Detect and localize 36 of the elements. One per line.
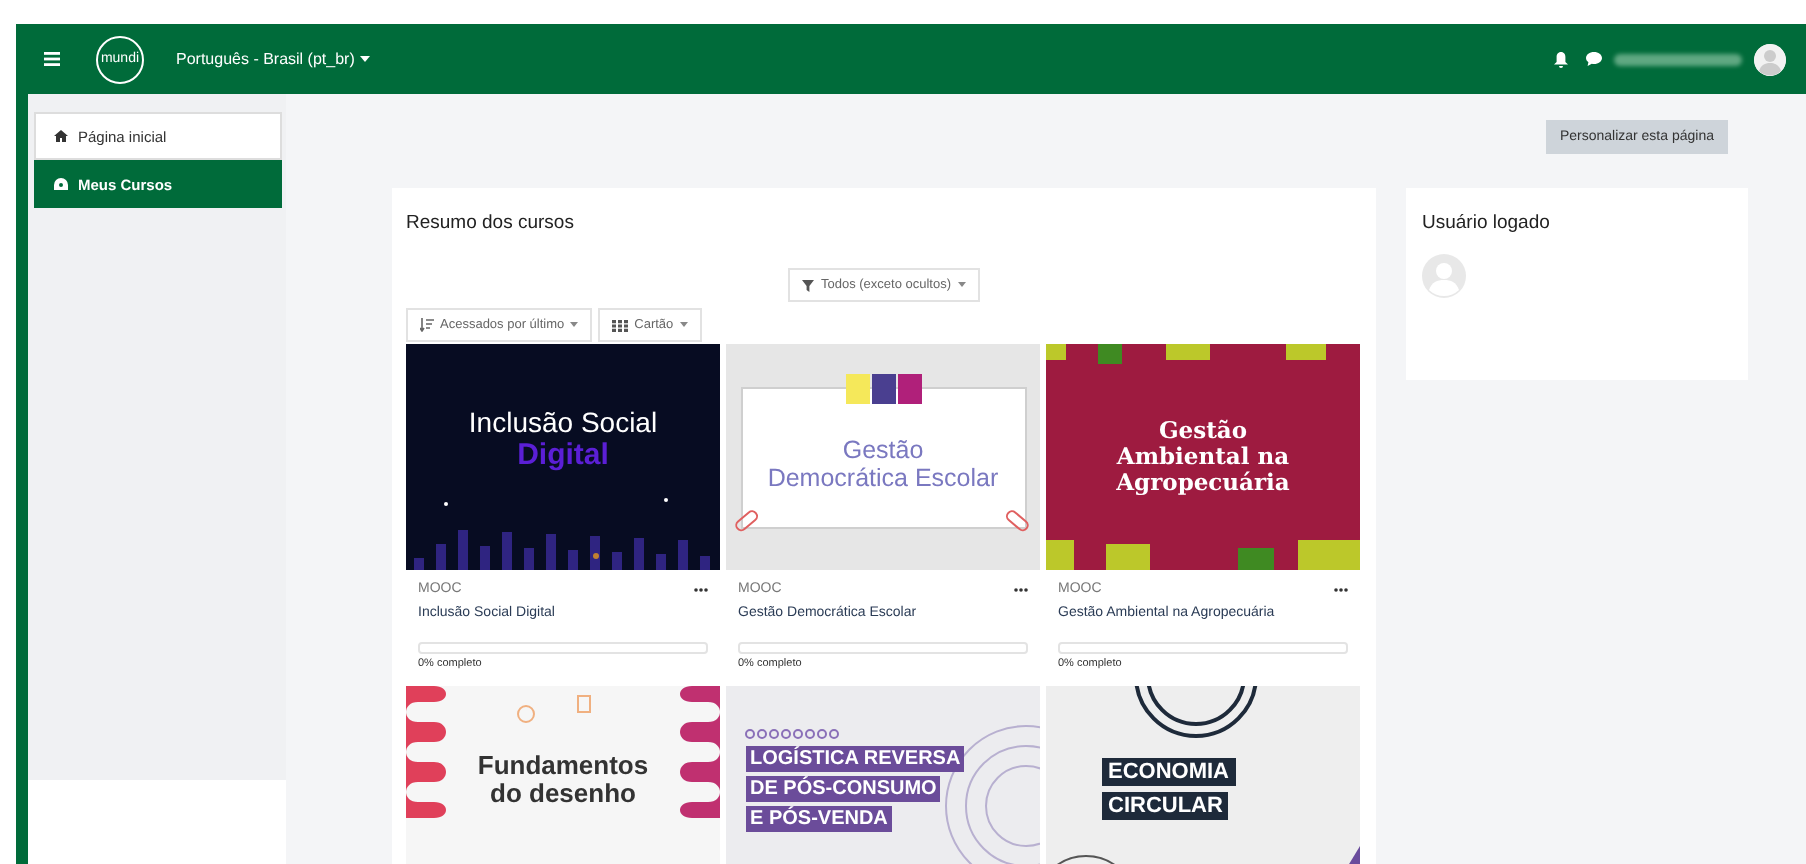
dashboard-icon <box>54 178 68 190</box>
course-cover[interactable]: ECONOMIA CIRCULAR <box>1046 686 1360 864</box>
cover-title: Inclusão Social <box>468 406 658 438</box>
bell-icon[interactable] <box>1554 51 1568 67</box>
course-cover[interactable]: Gestão Democrática Escolar <box>726 344 1040 570</box>
caret-icon <box>570 322 579 328</box>
home-icon <box>54 130 68 142</box>
caret-icon <box>679 322 688 328</box>
avatar-icon[interactable] <box>1754 43 1786 75</box>
cover-title: Democrática Escolar <box>767 465 999 492</box>
course-cover[interactable]: Gestão Ambiental na Agropecuária <box>1046 344 1360 570</box>
cover-title: DE PÓS-CONSUMO <box>746 776 941 802</box>
caret-icon <box>360 56 371 62</box>
cover-title: Agropecuária <box>1116 470 1290 497</box>
cover-title: Gestão <box>1158 417 1248 444</box>
course-cover[interactable]: LOGÍSTICA REVERSA DE PÓS-CONSUMO E PÓS-VENDA <box>726 686 1040 864</box>
course-cover[interactable]: Inclusão Social Digital <box>406 344 720 570</box>
cover-title: do desenho <box>490 780 636 810</box>
cover-title: Digital <box>517 438 609 472</box>
cover-title: ECONOMIA <box>1102 758 1235 786</box>
cover-title: Gestão <box>842 438 924 465</box>
filter-icon <box>802 279 815 291</box>
cover-title: Ambiental na <box>1116 443 1290 471</box>
grid-icon <box>612 319 629 331</box>
sort-icon <box>420 318 434 332</box>
cover-title: CIRCULAR <box>1102 792 1229 820</box>
menu-icon[interactable] <box>44 52 60 66</box>
cover-title: Fundamentos <box>477 752 649 781</box>
caret-icon <box>957 282 966 288</box>
course-cover[interactable]: Fundamentos do desenho <box>406 686 720 864</box>
block-title: Resumo dos cursos <box>406 212 574 234</box>
cover-title: LOGÍSTICA REVERSA <box>746 746 965 772</box>
chat-icon[interactable] <box>1586 52 1602 66</box>
language-menu[interactable]: Português - Brasil (pt_br) <box>176 50 371 68</box>
cover-title: E PÓS-VENDA <box>746 806 892 832</box>
block-title: Usuário logado <box>1422 212 1550 234</box>
